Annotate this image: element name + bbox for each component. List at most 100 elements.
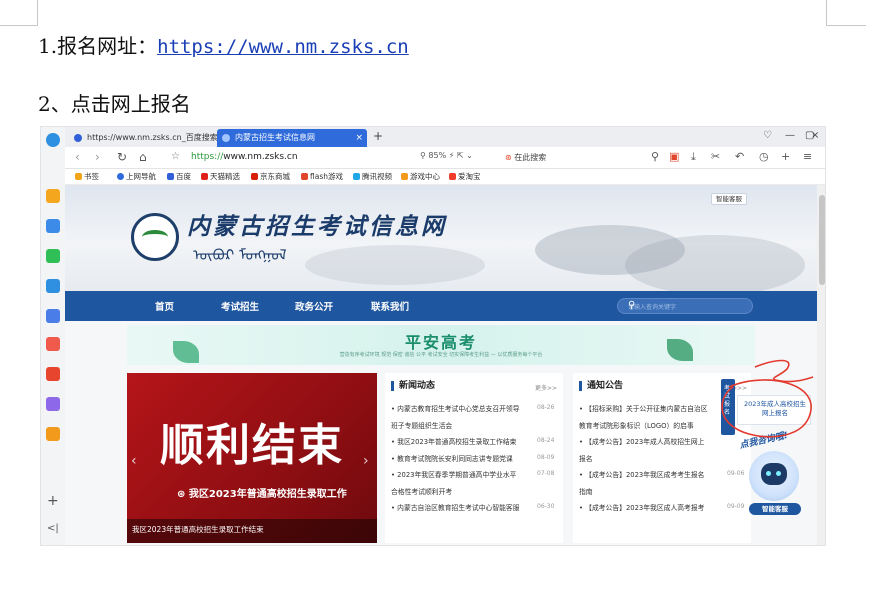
site-title-mongolian: ᠥᠪᠥᠷ ᠮᠣᠩᠭᠣᠯ: [193, 246, 287, 264]
tab-nm-zsks[interactable]: 内蒙古招生考试信息网 ×: [217, 129, 367, 147]
crop-mark: [826, 25, 866, 26]
tmall-icon: [201, 173, 208, 180]
scroll-thumb[interactable]: [819, 195, 825, 285]
search-tool-icon[interactable]: [46, 427, 60, 441]
cloud-icon[interactable]: [46, 309, 60, 323]
search-icon[interactable]: ⚲: [651, 150, 659, 163]
browser-side-rail: + <|: [41, 127, 65, 545]
jd-icon: [251, 173, 258, 180]
doc-line-url: 1.报名网址：https://www.nm.zsks.cn: [38, 30, 409, 59]
close-window-x-icon[interactable]: ×: [811, 130, 819, 141]
bookmark-label: 天猫精选: [210, 172, 240, 181]
extension-icon[interactable]: ▣: [669, 150, 679, 163]
weibo-icon[interactable]: [46, 337, 60, 351]
bookmark-item[interactable]: 天猫精选: [201, 171, 240, 182]
bookmark-label: 百度: [176, 172, 191, 181]
taobao-icon: [449, 173, 456, 180]
note-icon[interactable]: [46, 397, 60, 411]
tab-label: https://www.nm.zsks.cn_百度搜索: [87, 133, 218, 142]
search-box[interactable]: ⊛ 在此搜索: [505, 152, 546, 163]
clock-icon[interactable]: ◷: [759, 150, 769, 163]
address-bar-row: ‹ › ↻ ⌂ ☆ https://www.nm.zsks.cn ⚲ 85% ⚡…: [65, 147, 825, 169]
content-area: 平安高考 营造有序考试环境 规范 保密 诚信 公平 考试安全 切实保障考生利益 …: [65, 321, 817, 545]
scissors-icon[interactable]: ✂: [711, 150, 720, 163]
back-icon[interactable]: ‹: [75, 150, 80, 164]
smart-service-button[interactable]: 智能客服: [711, 193, 747, 205]
download-icon[interactable]: [46, 279, 60, 293]
undo-icon[interactable]: ↶: [735, 150, 744, 163]
add-icon[interactable]: +: [781, 150, 790, 163]
crop-mark: [0, 25, 38, 26]
bookmarks-bar: 书签 上网导航 百度 天猫精选 京东商城 flash游戏 腾讯视频 游戏中心 爱…: [65, 169, 825, 185]
zoom-level: 85%: [428, 151, 447, 160]
bookmark-item[interactable]: 腾讯视频: [353, 171, 392, 182]
document-page: 1.报名网址：https://www.nm.zsks.cn 2、点击网上报名 +…: [0, 0, 882, 601]
crop-mark: [37, 0, 38, 26]
bookmark-label: 书签: [84, 172, 99, 181]
pdf-icon[interactable]: [46, 367, 60, 381]
search-engine-icon: ⊛: [505, 153, 512, 162]
site-banner: 内蒙古招生考试信息网 ᠥᠪᠥᠷ ᠮᠣᠩᠭᠣᠯ 智能客服: [65, 185, 817, 291]
add-sidebar-icon[interactable]: +: [47, 493, 59, 509]
bookmark-label: 京东商城: [260, 172, 290, 181]
url-host: www.nm.zsks.cn: [223, 152, 298, 162]
site-logo[interactable]: [131, 213, 179, 261]
url-input[interactable]: https://www.nm.zsks.cn: [191, 152, 298, 162]
site-search-input[interactable]: 请输入查询关键字 ⚲: [617, 298, 753, 314]
site-title: 内蒙古招生考试信息网: [187, 213, 447, 240]
baidu-icon: [167, 173, 174, 180]
search-icon[interactable]: ⚲: [628, 300, 746, 311]
bookmark-label: 游戏中心: [410, 172, 440, 181]
nav-icon: [117, 173, 124, 180]
bookmark-label: 爱淘宝: [458, 172, 481, 181]
star-icon[interactable]: ☆: [171, 151, 180, 162]
zoom-indicator[interactable]: ⚲ 85% ⚡ ⇱ ⌄: [420, 151, 473, 160]
url-scheme: https://: [191, 152, 224, 162]
forward-icon[interactable]: ›: [95, 150, 100, 164]
download-toolbar-icon[interactable]: ⤓: [691, 150, 696, 164]
collapse-sidebar-icon[interactable]: <|: [47, 523, 59, 534]
nav-home[interactable]: 首页: [155, 299, 174, 313]
mountain-decor: [625, 235, 805, 291]
bookmark-star-icon: [75, 173, 82, 180]
tab-bar: https://www.nm.zsks.cn_百度搜索 内蒙古招生考试信息网 ×…: [65, 127, 825, 147]
nav-exams[interactable]: 考试招生: [221, 299, 259, 313]
refresh-icon[interactable]: ↻: [117, 150, 127, 164]
bookmark-item[interactable]: flash游戏: [301, 171, 343, 182]
tab-label: 内蒙古招生考试信息网: [235, 133, 315, 142]
home-icon[interactable]: ⌂: [139, 150, 147, 164]
mountain-decor: [305, 245, 485, 285]
wechat-icon[interactable]: [46, 249, 60, 263]
page-scrollbar[interactable]: [817, 185, 825, 545]
bookmark-label: 上网导航: [126, 172, 156, 181]
bookmark-item[interactable]: 书签: [75, 171, 99, 182]
bookmark-item[interactable]: 百度: [167, 171, 191, 182]
nav-affairs[interactable]: 政务公开: [295, 299, 333, 313]
browser-logo-icon: [46, 133, 60, 147]
bookmark-item[interactable]: 京东商城: [251, 171, 290, 182]
minimize-icon[interactable]: —: [785, 130, 795, 141]
tab-baidu-search[interactable]: https://www.nm.zsks.cn_百度搜索: [69, 129, 218, 147]
bookmark-label: 腾讯视频: [362, 172, 392, 181]
history-icon[interactable]: [46, 219, 60, 233]
logo-mark-icon: [142, 230, 168, 244]
browser-screenshot: + <| https://www.nm.zsks.cn_百度搜索 内蒙古招生考试…: [40, 126, 826, 546]
bookmark-label: flash游戏: [310, 172, 343, 181]
search-placeholder: 在此搜索: [514, 153, 547, 162]
nav-contact[interactable]: 联系我们: [371, 299, 409, 313]
main-nav: 首页 考试招生 政务公开 联系我们 请输入查询关键字 ⚲: [65, 291, 817, 321]
new-tab-icon[interactable]: +: [373, 129, 383, 143]
doc-line-url-prefix: 1.报名网址：: [38, 34, 158, 58]
skin-icon[interactable]: ♡: [763, 130, 772, 141]
tencent-video-icon: [353, 173, 360, 180]
game-icon: [401, 173, 408, 180]
bookmark-item[interactable]: 上网导航: [117, 171, 156, 182]
close-tab-icon[interactable]: ×: [355, 129, 363, 147]
favorites-icon[interactable]: [46, 189, 60, 203]
web-viewport: 内蒙古招生考试信息网 ᠥᠪᠥᠷ ᠮᠣᠩᠭᠣᠯ 智能客服 首页 考试招生 政务公开…: [65, 185, 817, 545]
bookmark-item[interactable]: 爱淘宝: [449, 171, 481, 182]
registration-link[interactable]: https://www.nm.zsks.cn: [157, 36, 409, 58]
bookmark-item[interactable]: 游戏中心: [401, 171, 440, 182]
site-favicon-icon: [222, 134, 230, 142]
menu-icon[interactable]: ≡: [803, 150, 812, 163]
